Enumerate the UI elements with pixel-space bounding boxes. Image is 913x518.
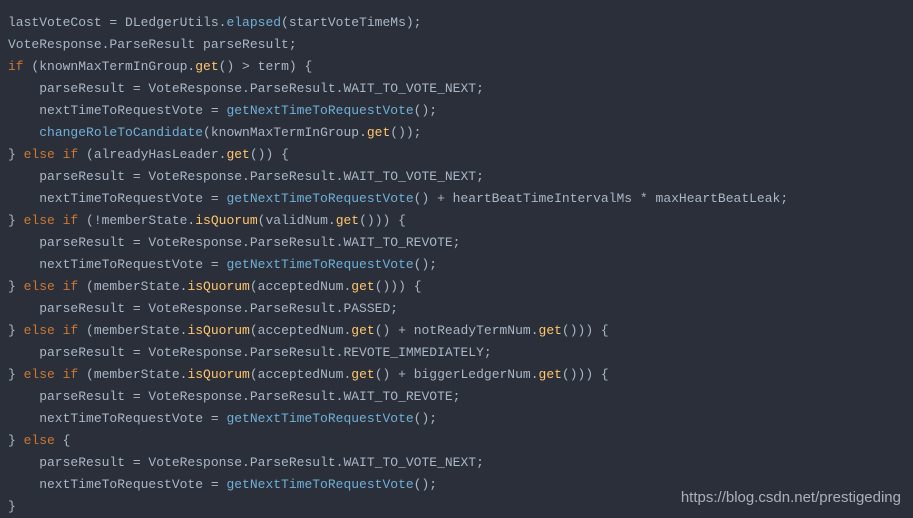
method-call: get [367,125,390,140]
method-call: get [336,213,359,228]
method-call: getNextTimeToRequestVote [226,411,413,426]
keyword: else [24,433,55,448]
code-text: (); [414,257,437,272]
method-call: get [539,367,562,382]
code-text: () + notReadyTermNum. [375,323,539,338]
method-call: getNextTimeToRequestVote [226,477,413,492]
method-call: get [351,323,374,338]
code-line: } else { [8,430,905,452]
code-text: nextTimeToRequestVote = [8,411,226,426]
code-text [8,125,39,140]
code-text: (); [414,477,437,492]
code-text: lastVoteCost = DLedgerUtils. [8,15,226,30]
code-line: } else if (memberState.isQuorum(accepted… [8,364,905,386]
method-call: get [195,59,218,74]
code-line: } else if (alreadyHasLeader.get()) { [8,144,905,166]
code-text: parseResult = VoteResponse.ParseResult.R… [8,345,492,360]
code-line: nextTimeToRequestVote = getNextTimeToReq… [8,188,905,210]
method-call: changeRoleToCandidate [39,125,203,140]
code-line: parseResult = VoteResponse.ParseResult.W… [8,78,905,100]
code-text: (knownMaxTermInGroup. [24,59,196,74]
code-text: (alreadyHasLeader. [78,147,226,162]
code-text: ()); [390,125,421,140]
method-call: elapsed [226,15,281,30]
code-text: VoteResponse.ParseResult parseResult; [8,37,297,52]
code-text: (acceptedNum. [250,323,351,338]
code-text: parseResult = VoteResponse.ParseResult.W… [8,169,484,184]
keyword: else if [24,213,79,228]
code-line: if (knownMaxTermInGroup.get() > term) { [8,56,905,78]
code-text: } [8,323,24,338]
code-text: (acceptedNum. [250,279,351,294]
code-text: () > term) { [219,59,313,74]
code-text: (acceptedNum. [250,367,351,382]
code-line: nextTimeToRequestVote = getNextTimeToReq… [8,254,905,276]
code-text: (memberState. [78,367,187,382]
code-text: nextTimeToRequestVote = [8,257,226,272]
code-text: ())) { [359,213,406,228]
method-call: isQuorum [187,279,249,294]
method-call: isQuorum [195,213,257,228]
code-text: } [8,367,24,382]
keyword: if [8,59,24,74]
code-text: (memberState. [78,279,187,294]
code-text: (); [414,103,437,118]
code-text: ()) { [250,147,289,162]
method-call: getNextTimeToRequestVote [226,191,413,206]
code-text: (knownMaxTermInGroup. [203,125,367,140]
code-text: } [8,213,24,228]
code-text: () + biggerLedgerNum. [375,367,539,382]
code-line: parseResult = VoteResponse.ParseResult.R… [8,342,905,364]
keyword: else if [24,279,79,294]
watermark-text: https://blog.csdn.net/prestigeding [681,487,901,509]
method-call: isQuorum [187,367,249,382]
code-line: VoteResponse.ParseResult parseResult; [8,34,905,56]
method-call: get [351,367,374,382]
code-text: } [8,433,24,448]
code-text: ())) { [562,323,609,338]
code-line: parseResult = VoteResponse.ParseResult.W… [8,452,905,474]
code-text: ())) { [375,279,422,294]
code-text: { [55,433,71,448]
code-text: } [8,499,16,514]
code-text: parseResult = VoteResponse.ParseResult.W… [8,389,460,404]
method-call: getNextTimeToRequestVote [226,103,413,118]
code-line: parseResult = VoteResponse.ParseResult.P… [8,298,905,320]
keyword: else if [24,367,79,382]
code-text: nextTimeToRequestVote = [8,103,226,118]
code-line: nextTimeToRequestVote = getNextTimeToReq… [8,408,905,430]
code-text: parseResult = VoteResponse.ParseResult.W… [8,235,460,250]
code-text: (startVoteTimeMs); [281,15,421,30]
keyword: else if [24,323,79,338]
code-text: ())) { [562,367,609,382]
code-line: } else if (memberState.isQuorum(accepted… [8,320,905,342]
code-text: (); [414,411,437,426]
code-line: parseResult = VoteResponse.ParseResult.W… [8,386,905,408]
code-text: nextTimeToRequestVote = [8,191,226,206]
method-call: getNextTimeToRequestVote [226,257,413,272]
code-line: parseResult = VoteResponse.ParseResult.W… [8,232,905,254]
code-text: parseResult = VoteResponse.ParseResult.W… [8,455,484,470]
method-call: get [226,147,249,162]
code-line: } else if (memberState.isQuorum(accepted… [8,276,905,298]
keyword: else if [24,147,79,162]
code-text: nextTimeToRequestVote = [8,477,226,492]
code-text: () + heartBeatTimeIntervalMs * maxHeartB… [414,191,788,206]
code-line: lastVoteCost = DLedgerUtils.elapsed(star… [8,12,905,34]
code-text: (!memberState. [78,213,195,228]
code-text: parseResult = VoteResponse.ParseResult.P… [8,301,398,316]
code-text: } [8,147,24,162]
code-block: lastVoteCost = DLedgerUtils.elapsed(star… [8,12,905,518]
code-text: parseResult = VoteResponse.ParseResult.W… [8,81,484,96]
method-call: get [539,323,562,338]
method-call: get [351,279,374,294]
code-text: (memberState. [78,323,187,338]
code-line: changeRoleToCandidate(knownMaxTermInGrou… [8,122,905,144]
code-text: (validNum. [258,213,336,228]
code-line: nextTimeToRequestVote = getNextTimeToReq… [8,100,905,122]
code-line: } else if (!memberState.isQuorum(validNu… [8,210,905,232]
code-text: } [8,279,24,294]
method-call: isQuorum [187,323,249,338]
code-line: parseResult = VoteResponse.ParseResult.W… [8,166,905,188]
